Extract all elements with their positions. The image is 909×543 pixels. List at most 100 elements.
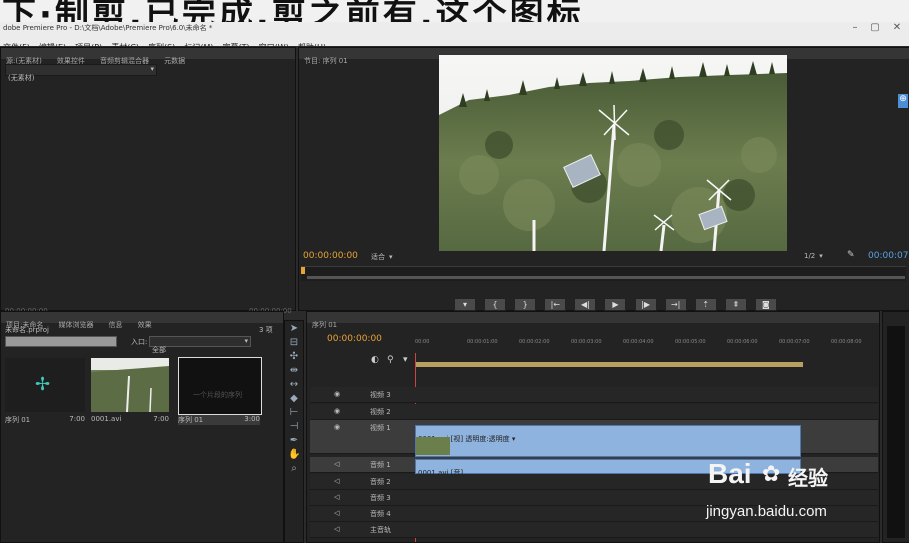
paw-icon: ✿ xyxy=(762,462,781,487)
thumb-sequence-2[interactable]: 一个片段的序列 xyxy=(178,357,262,415)
source-panel: 源:(无素材) 效果控件 音频剪辑混合器 元数据 (无素材) ▾ 00:00:0… xyxy=(0,47,296,315)
step-back-button[interactable]: ◀| xyxy=(574,298,597,311)
slide-tool-icon[interactable]: ⊣ xyxy=(288,421,300,433)
source-dropdown-label: (无素材) xyxy=(8,74,35,82)
track-row[interactable]: ◉ 视频 3 xyxy=(310,387,878,403)
track-select-tool-icon[interactable]: ⊟ xyxy=(288,337,300,349)
quality-dropdown[interactable]: 1/2 ▾ xyxy=(804,252,823,260)
work-area-bar[interactable] xyxy=(415,362,803,367)
program-timecode[interactable]: 00:00:00:00 xyxy=(303,251,358,261)
program-duration: 00:00:07 xyxy=(868,251,909,261)
menu-bar: 文件(F)编辑(E)项目(P)素材(C)序列(S)标记(M)字幕(T)窗口(W)… xyxy=(0,34,909,52)
link-icon[interactable]: ⚲ xyxy=(387,355,394,365)
chevron-down-icon: ▾ xyxy=(389,253,393,261)
tab-media-browser[interactable]: 媒体浏览器 xyxy=(53,320,98,331)
ripple-edit-tool-icon[interactable]: ✣ xyxy=(288,351,300,363)
go-to-in-button[interactable]: |← xyxy=(544,298,567,311)
window-title: dobe Premiere Pro - D:\文档\Adobe\Premiere… xyxy=(3,24,213,32)
tab-metadata[interactable]: 元数据 xyxy=(159,56,190,67)
tab-info[interactable]: 信息 xyxy=(104,320,128,331)
slip-tool-icon[interactable]: ⊢ xyxy=(288,407,300,419)
ruler-tick-label: 00:00:04:00 xyxy=(623,339,654,345)
scrub-track[interactable] xyxy=(307,276,905,279)
play-button[interactable]: ▶ xyxy=(604,298,627,311)
thumb3-caption: 一个片段的序列 xyxy=(193,391,242,399)
zoom-tool-icon[interactable]: ⌕ xyxy=(288,463,300,475)
tab-program[interactable]: 节目: 序列 01 xyxy=(299,56,353,67)
watermark-logo2: 经验 xyxy=(788,466,828,490)
watermark-logo: Bai xyxy=(708,458,752,489)
timeline-timecode[interactable]: 00:00:00:00 xyxy=(327,334,382,344)
source-dropdown[interactable]: (无素材) ▾ xyxy=(5,64,157,82)
razor-tool-icon[interactable]: ◆ xyxy=(288,393,300,405)
window-titlebar: dobe Premiere Pro - D:\文档\Adobe\Premiere… xyxy=(0,22,909,34)
speaker-icon[interactable]: ◁ xyxy=(334,460,339,468)
add-marker-icon[interactable]: ▾ xyxy=(403,355,408,365)
program-scrub-bar[interactable] xyxy=(301,266,906,281)
search-input[interactable] xyxy=(5,336,117,347)
watermark-url: jingyan.baidu.com xyxy=(706,503,827,520)
video-clip-thumbnail xyxy=(416,437,450,455)
wrench-icon[interactable]: ✎ xyxy=(847,250,855,260)
maximize-button[interactable]: ▢ xyxy=(868,22,882,34)
in-dropdown[interactable]: 全部 ▾ xyxy=(149,336,251,354)
track-name: 主音轨 xyxy=(370,526,391,534)
extract-button[interactable]: ⇞ xyxy=(724,298,747,311)
button-editor-icon[interactable]: ⊕ xyxy=(898,94,908,108)
speaker-icon[interactable]: ◁ xyxy=(334,477,339,485)
ruler-tick-label: 00:00 xyxy=(415,339,430,345)
ruler-tick-label: 00:00:06:00 xyxy=(727,339,758,345)
fit-dropdown[interactable]: 适合 ▾ xyxy=(371,252,393,262)
track-name: 音频 1 xyxy=(370,461,391,469)
time-ruler[interactable]: 00:00 00:00:01:00 00:00:02:00 00:00:03:00 00… xyxy=(415,339,875,353)
marker-button[interactable]: ▾ xyxy=(454,298,476,311)
mark-out-button[interactable]: } xyxy=(514,298,537,311)
video-clip[interactable]: 0001.avi [视] 透明度:透明度 ▾ xyxy=(415,425,801,457)
video-frame xyxy=(439,55,787,251)
chevron-down-icon: ▾ xyxy=(819,252,823,260)
audio-meter-panel xyxy=(882,311,909,543)
ruler-tick-label: 00:00:05:00 xyxy=(675,339,706,345)
go-to-out-button[interactable]: →| xyxy=(664,298,687,311)
speaker-icon[interactable]: ◁ xyxy=(334,493,339,501)
source-tabbar: 源:(无素材) 效果控件 音频剪辑混合器 元数据 xyxy=(1,48,295,65)
in-label: 入口: xyxy=(131,338,148,346)
eye-icon[interactable]: ◉ xyxy=(334,407,340,415)
close-button[interactable]: ✕ xyxy=(890,22,904,34)
rolling-edit-tool-icon[interactable]: ⇹ xyxy=(288,365,300,377)
track-name: 音频 3 xyxy=(370,494,391,502)
tools-panel: ➤ ⊟ ✣ ⇹ ↔ ◆ ⊢ ⊣ ✒ ✋ ⌕ xyxy=(284,320,304,543)
tutorial-caption: 下·制剪,已完成,剪之前有,这个图标 xyxy=(0,0,909,22)
speaker-icon[interactable]: ◁ xyxy=(334,525,339,533)
rate-stretch-tool-icon[interactable]: ↔ xyxy=(288,379,300,391)
snap-icon[interactable]: ◐ xyxy=(371,355,379,365)
audio-clip-label: 0001.avi [音] xyxy=(418,469,464,477)
item-0: 序列 01 7:00 xyxy=(5,415,85,424)
tutorial-caption-text: 下·制剪,已完成,剪之前有,这个图标 xyxy=(2,0,584,22)
track-name: 视频 2 xyxy=(370,408,391,416)
tab-sequence[interactable]: 序列 01 xyxy=(307,320,342,331)
track-name: 视频 1 xyxy=(370,424,391,432)
tab-effects[interactable]: 效果 xyxy=(133,320,157,331)
ruler-tick-label: 00:00:02:00 xyxy=(519,339,550,345)
speaker-icon[interactable]: ◁ xyxy=(334,509,339,517)
track-row[interactable]: ◉ 视频 2 xyxy=(310,404,878,420)
step-forward-button[interactable]: |▶ xyxy=(634,298,657,311)
project-tabbar: 项目:未命名 媒体浏览器 信息 效果 xyxy=(1,312,283,329)
eye-icon[interactable]: ◉ xyxy=(334,423,340,431)
thumb-sequence[interactable]: ✢ xyxy=(5,358,85,412)
camera-button[interactable]: ◙ xyxy=(754,298,777,311)
ruler-tick-label: 00:00:01:00 xyxy=(467,339,498,345)
selection-tool-icon[interactable]: ➤ xyxy=(288,323,300,335)
hand-tool-icon[interactable]: ✋ xyxy=(288,449,300,461)
thumb-clip[interactable] xyxy=(91,358,169,412)
eye-icon[interactable]: ◉ xyxy=(334,390,340,398)
minimize-button[interactable]: – xyxy=(848,22,862,34)
lift-button[interactable]: ⇡ xyxy=(694,298,717,311)
playhead-marker[interactable] xyxy=(301,267,305,274)
pen-tool-icon[interactable]: ✒ xyxy=(288,435,300,447)
watermark: Bai ✿ 经验 jingyan.baidu.com xyxy=(706,458,876,528)
mark-in-button[interactable]: { xyxy=(484,298,507,311)
track-name: 音频 2 xyxy=(370,478,391,486)
project-item-count: 3 项 xyxy=(259,326,273,334)
